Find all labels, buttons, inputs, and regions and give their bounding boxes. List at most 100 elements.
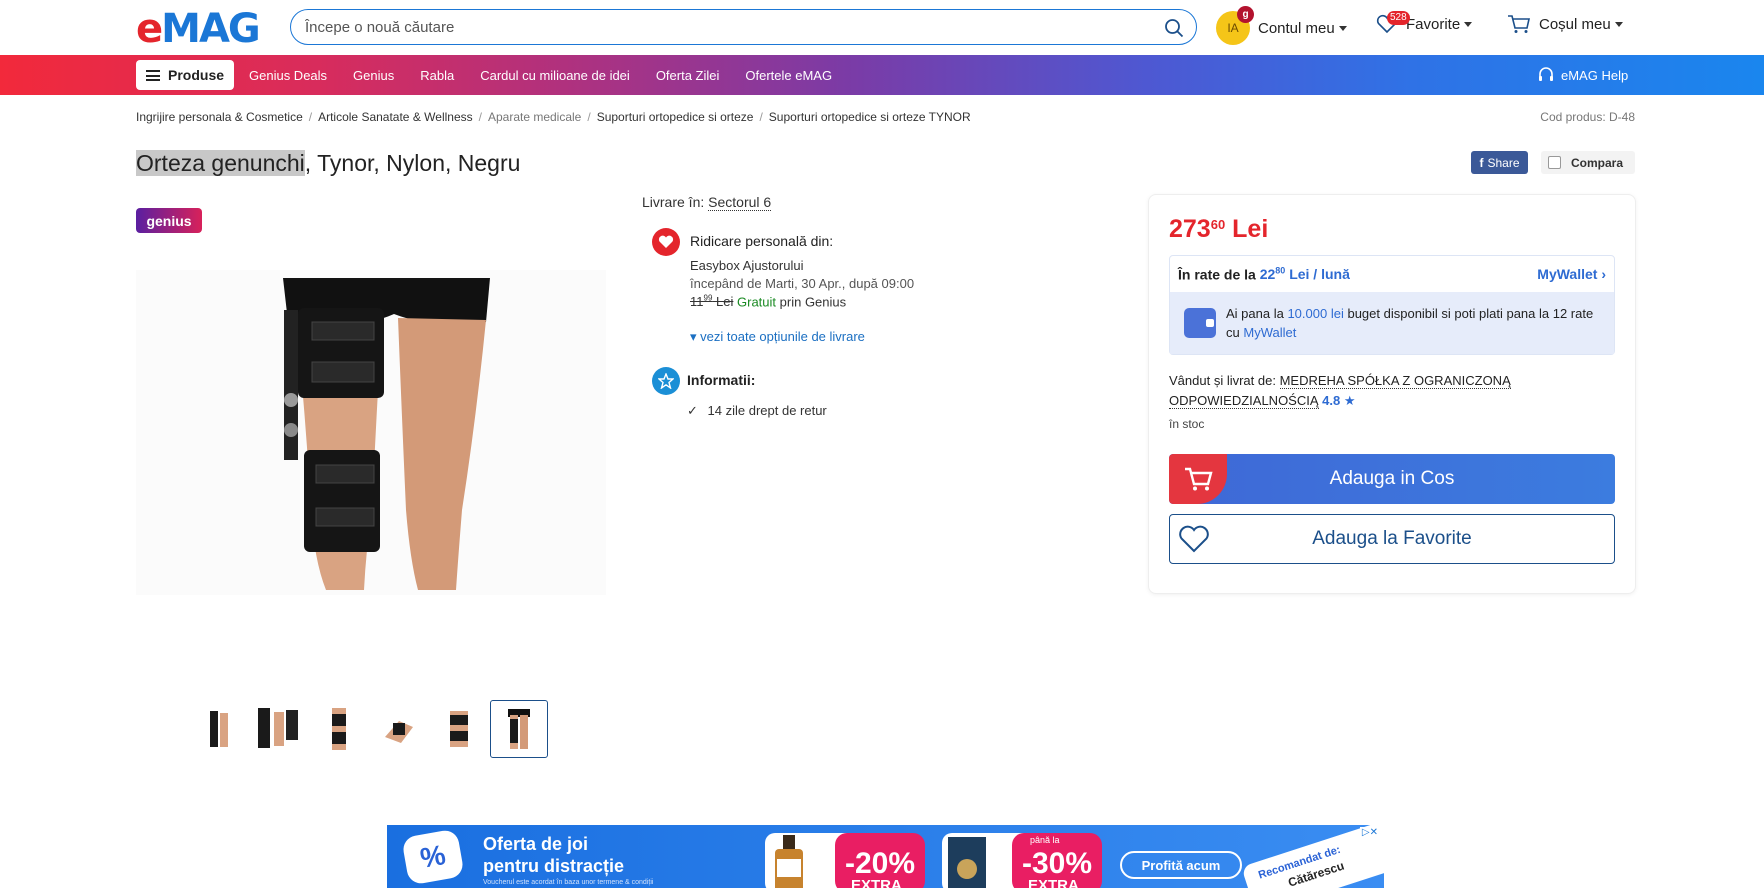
search-input[interactable] <box>305 10 1145 44</box>
thumbnail-image[interactable] <box>430 700 488 758</box>
nav-link-ofertele-emag[interactable]: Ofertele eMAG <box>745 68 832 83</box>
thumbnail-graphic <box>450 711 468 747</box>
more-delivery-options-link[interactable]: ▾ vezi toate opțiunile de livrare <box>690 329 865 345</box>
installment-dec: 80 <box>1275 265 1286 276</box>
chevron-down-icon <box>1464 21 1473 27</box>
thumbnail-graphic <box>258 708 298 748</box>
breadcrumb-item[interactable]: Aparate medicale <box>488 110 581 124</box>
installments-box: În rate de la 2280 Lei / lună MyWallet ›… <box>1169 255 1615 355</box>
add-to-cart-button[interactable]: Adauga in Cos <box>1169 454 1615 504</box>
seller-info: Vândut și livrat de: MEDREHA SPÓŁKA Z OG… <box>1169 371 1615 411</box>
cart-icon <box>1169 454 1227 504</box>
account-label: Contul meu <box>1258 19 1335 37</box>
nav-link-rabla[interactable]: Rabla <box>420 68 454 83</box>
avatar[interactable]: IA g <box>1216 6 1254 45</box>
page-title: Orteza genunchi, Tynor, Nylon, Negru <box>136 150 520 177</box>
title-highlight: Orteza genunchi <box>136 150 305 176</box>
genius-badge-icon: g <box>1237 6 1254 23</box>
check-icon: ✓ <box>687 403 698 418</box>
chevron-right-icon: › <box>1601 266 1606 282</box>
headset-icon <box>1539 67 1553 81</box>
product-code: Cod produs: D-48 <box>1540 110 1635 124</box>
compare-label: Compara <box>1571 155 1624 170</box>
book-icon <box>948 837 986 888</box>
nav-links: Genius Deals Genius Rabla Cardul cu mili… <box>249 55 858 95</box>
pickup-price: 1199 Lei Gratuit prin Genius <box>690 294 846 309</box>
pickup-place: Easybox Ajustorului <box>690 258 804 273</box>
breadcrumb-item[interactable]: Suporturi ortopedice si orteze TYNOR <box>769 110 971 124</box>
info-star-icon <box>652 367 680 395</box>
cart-icon <box>1508 15 1530 33</box>
nav-link-genius[interactable]: Genius <box>353 68 394 83</box>
thumbnail-graphic <box>385 721 413 743</box>
breadcrumb-item[interactable]: Articole Sanatate & Wellness <box>318 110 473 124</box>
promo-cta-button[interactable]: Profită acum <box>1120 851 1242 879</box>
add-to-cart-label: Adauga in Cos <box>1329 468 1455 489</box>
thumbnail-image-selected[interactable] <box>490 700 548 758</box>
compare-checkbox[interactable] <box>1548 156 1561 169</box>
breadcrumb-item[interactable]: Ingrijire personala & Cosmetice <box>136 110 303 124</box>
delivery-label: Livrare în: <box>642 194 705 210</box>
add-to-favorites-button[interactable]: Adauga la Favorite <box>1169 514 1615 564</box>
thumbnail-image[interactable] <box>250 700 308 758</box>
nav-link-card[interactable]: Cardul cu milioane de idei <box>480 68 630 83</box>
products-menu-label: Produse <box>168 67 225 83</box>
favorites-label: Favorite <box>1406 15 1461 33</box>
old-delivery-price: 1199 Lei <box>690 294 733 309</box>
add-to-favorites-label: Adauga la Favorite <box>1312 528 1472 549</box>
ad-close-icon[interactable]: ▷✕ <box>1359 827 1380 839</box>
buy-box: 27360 Lei În rate de la 2280 Lei / lună … <box>1148 194 1636 594</box>
breadcrumb-separator: / <box>478 110 482 124</box>
nav-link-oferta-zilei[interactable]: Oferta Zilei <box>656 68 720 83</box>
old-price-dec: 99 <box>703 294 713 303</box>
favorites-menu[interactable]: 528 Favorite <box>1376 11 1473 34</box>
more-options-label: vezi toate opțiunile de livrare <box>700 329 865 344</box>
discount-value: -20% <box>844 847 916 880</box>
cart-menu[interactable]: Coșul meu <box>1507 14 1623 34</box>
installments-header[interactable]: În rate de la 2280 Lei / lună MyWallet › <box>1170 256 1614 292</box>
installment-suffix: Lei / lună <box>1289 266 1350 283</box>
favorites-count-badge: 528 <box>1387 11 1410 25</box>
return-policy: ✓ 14 zile drept de retur <box>687 403 827 419</box>
discount-prefix: până la <box>1030 835 1060 845</box>
chevron-down-icon <box>1614 21 1623 27</box>
main-product-image[interactable] <box>136 270 606 595</box>
top-header: eMAG IA g Contul meu 528 Favorite Coșul … <box>0 0 1764 55</box>
help-label: eMAG Help <box>1561 67 1629 83</box>
compare-button[interactable]: Compara <box>1541 151 1635 174</box>
seller-rating-value: 4.8 <box>1322 393 1341 408</box>
return-policy-text: 14 zile drept de retur <box>707 403 827 418</box>
wallet-link[interactable]: MyWallet <box>1243 325 1296 340</box>
pickup-time: începând de Marti, 30 Apr., după 09:00 <box>690 276 915 291</box>
mywallet-link[interactable]: MyWallet › <box>1537 266 1606 282</box>
thumbnail-graphic <box>210 711 228 747</box>
pickup-heart-icon <box>652 228 680 256</box>
cart-label: Coșul meu <box>1539 15 1611 33</box>
wallet-text-1: Ai pana la <box>1226 306 1284 321</box>
caret-down-icon: ▾ <box>690 329 697 344</box>
thumbnail-image[interactable] <box>370 700 428 758</box>
thumbnail-image[interactable] <box>310 700 368 758</box>
account-menu[interactable]: IA g Contul meu <box>1216 6 1347 45</box>
facebook-icon: f <box>1479 155 1484 170</box>
search-icon[interactable] <box>1164 18 1184 38</box>
price-currency: Lei <box>1232 215 1269 243</box>
thumbnail-image[interactable] <box>190 700 248 758</box>
help-link[interactable]: eMAG Help <box>1537 55 1628 95</box>
emag-logo[interactable]: eMAG <box>136 9 261 49</box>
search-bar <box>290 9 1197 45</box>
delivery-location: Livrare în: Sectorul 6 <box>642 194 772 211</box>
products-menu-button[interactable]: Produse <box>136 60 234 90</box>
genius-logo: genius <box>136 208 202 233</box>
nav-link-genius-deals[interactable]: Genius Deals <box>249 68 327 83</box>
promo-banner[interactable]: % Oferta de joi pentru distracție Vouche… <box>387 825 1384 888</box>
installments-amount: 2280 Lei / lună <box>1260 265 1350 283</box>
discount-badge: până la -30% EXTRA <box>1012 833 1102 888</box>
delivery-location-link[interactable]: Sectorul 6 <box>708 194 772 211</box>
installments-label: În rate de la <box>1178 266 1256 283</box>
promo-fine-print: Voucherul este acordat în baza unor term… <box>483 879 654 886</box>
breadcrumb-item[interactable]: Suporturi ortopedice si orteze <box>597 110 754 124</box>
mywallet-promo: Ai pana la 10.000 lei buget disponibil s… <box>1170 292 1614 354</box>
old-price-currency: Lei <box>716 294 734 310</box>
facebook-share-button[interactable]: f Share <box>1471 151 1528 174</box>
